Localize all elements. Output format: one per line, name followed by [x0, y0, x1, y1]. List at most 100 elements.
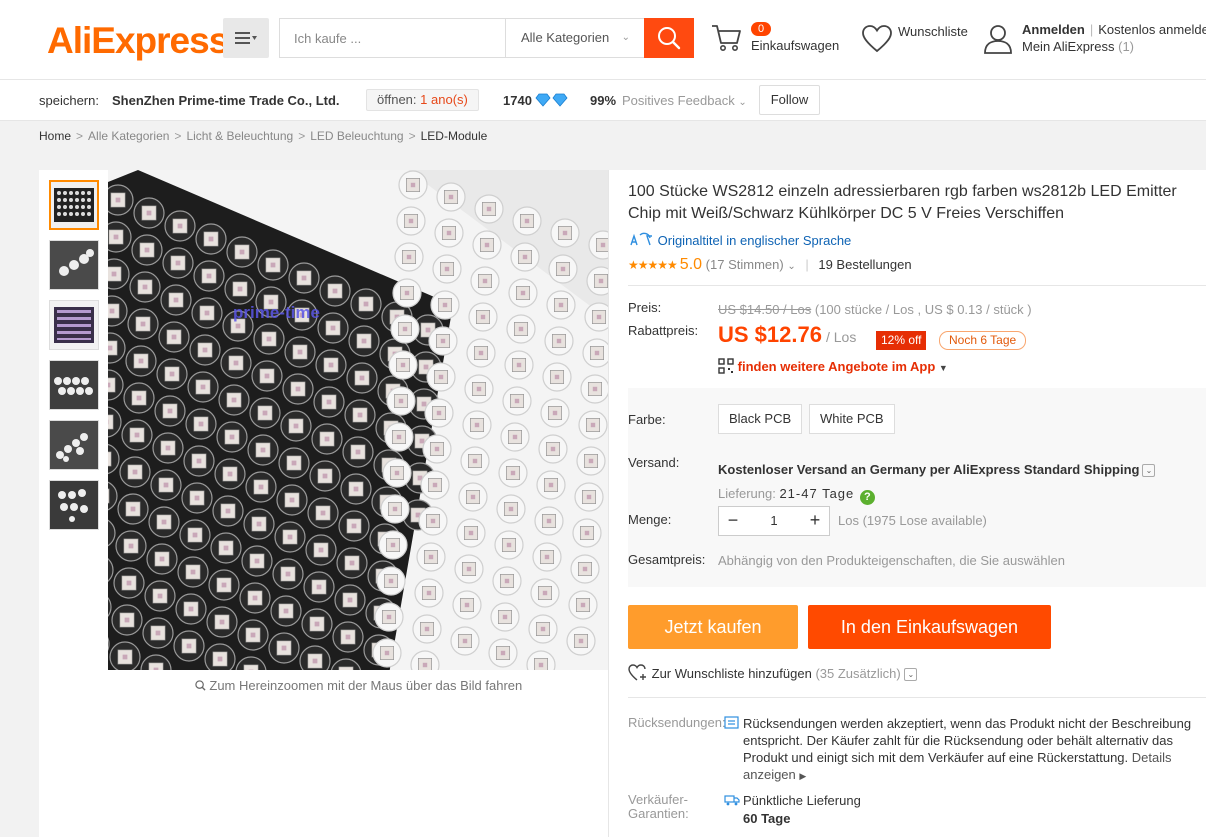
quantity-increase-button[interactable]: +: [801, 507, 829, 535]
color-option-white-pcb[interactable]: White PCB: [809, 404, 895, 434]
buy-now-button[interactable]: Jetzt kaufen: [628, 605, 798, 649]
chevron-down-icon[interactable]: ⌄: [904, 668, 918, 681]
cart-link[interactable]: 0 Einkaufswagen: [711, 20, 846, 60]
color-option-black-pcb[interactable]: Black PCB: [718, 404, 803, 434]
search-input[interactable]: [280, 19, 505, 57]
current-price: US $12.76/ Los: [718, 322, 856, 348]
chevron-down-icon: ⌄: [787, 261, 796, 272]
user-icon: [984, 25, 1012, 54]
feedback-dropdown[interactable]: Positives Feedback ⌄: [622, 93, 747, 108]
shipping-selector[interactable]: Kostenloser Versand an Germany per AliEx…: [718, 462, 1156, 477]
help-icon[interactable]: ?: [859, 490, 875, 505]
breadcrumb-current: LED-Module: [420, 129, 488, 143]
breadcrumb-led-lighting[interactable]: LED Beleuchtung: [310, 129, 403, 143]
shipping-method: Germany per AliExpress Standard Shipping: [869, 462, 1140, 477]
store-bar: speichern: ShenZhen Prime-time Trade Co.…: [0, 80, 1206, 121]
breadcrumb-lighting[interactable]: Licht & Beleuchtung: [186, 129, 293, 143]
add-to-cart-button[interactable]: In den Einkaufswagen: [808, 605, 1051, 649]
discount-price-label: Rabattpreis:: [628, 323, 699, 338]
thumbnail[interactable]: [49, 480, 99, 530]
thumbnail-list: [49, 180, 99, 540]
app-promo-link[interactable]: finden weitere Angebote im App ▼: [718, 358, 948, 374]
thumbnail[interactable]: [49, 240, 99, 290]
open-value: 1 ano(s): [420, 92, 468, 107]
quantity-input[interactable]: 1: [747, 507, 801, 535]
cart-icon: [712, 25, 741, 51]
feedback-label: Positives Feedback: [622, 93, 735, 108]
caret-right-icon: ▶: [799, 771, 807, 781]
old-price-detail: (100 stücke / Los , US $ 0.13 / stück ): [814, 302, 1032, 317]
delivery-value: 21-47 Tage: [779, 486, 855, 501]
add-wishlist-text: Zur Wunschliste hinzufügen: [651, 666, 812, 681]
thumbnail[interactable]: [49, 300, 99, 350]
total-info: Abhängig von den Produkteigenschaften, d…: [718, 553, 1065, 568]
divider: |: [1089, 22, 1094, 37]
divider: [628, 697, 1206, 698]
my-account-label: Mein AliExpress: [1022, 39, 1115, 54]
product-area: prime-time Zum Hereinzoomen mit der Maus…: [0, 154, 1206, 837]
translate-icon: [630, 232, 652, 246]
delivery-info: Lieferung: 21-47 Tage ?: [718, 486, 875, 505]
cart-count-badge: 0: [751, 22, 772, 36]
feedback-percent: 99%: [590, 93, 617, 108]
thumbnail[interactable]: [49, 360, 99, 410]
price-label: Preis:: [628, 300, 662, 315]
caret-down-icon: ▼: [938, 363, 948, 373]
breadcrumb-all-categories[interactable]: Alle Kategorien: [88, 129, 169, 143]
search-bar: Alle Kategorien ⌄: [279, 18, 694, 58]
heart-plus-icon: [628, 664, 646, 681]
guarantee-days: 60 Tage: [743, 811, 791, 826]
category-menu-button[interactable]: [223, 18, 269, 58]
wishlist-label: Wunschliste: [898, 24, 968, 39]
guarantee-title: Pünktliche Lieferung: [743, 793, 861, 808]
price-unit: / Los: [825, 329, 857, 345]
votes-dropdown[interactable]: (17 Stimmen) ⌄: [706, 257, 796, 272]
my-account-link[interactable]: Mein AliExpress (1): [1022, 39, 1134, 54]
site-header: AliExpress™ Alle Kategorien ⌄ 0 Einkaufs…: [0, 0, 1206, 80]
register-link[interactable]: Kostenlos anmelden: [1098, 22, 1206, 37]
breadcrumb-home[interactable]: Home: [39, 129, 71, 143]
returns-policy: Rücksendungen werden akzeptiert, wenn da…: [743, 716, 1192, 765]
store-label: speichern:: [39, 93, 99, 108]
qr-code-icon: [718, 358, 734, 374]
zoom-hint: Zum Hereinzoomen mit der Maus über das B…: [108, 678, 609, 693]
product-title: 100 Stücke WS2812 einzeln adressierbaren…: [628, 183, 1177, 222]
thumbnail[interactable]: [49, 420, 99, 470]
open-label: öffnen:: [377, 92, 417, 107]
product-panel: prime-time Zum Hereinzoomen mit der Maus…: [39, 170, 1206, 837]
store-name-link[interactable]: ShenZhen Prime-time Trade Co., Ltd.: [112, 93, 340, 108]
quantity-stepper: − 1 +: [718, 506, 830, 536]
aliexpress-logo[interactable]: AliExpress™: [47, 20, 239, 62]
divider: [628, 285, 1206, 286]
shipping-label: Versand:: [628, 455, 680, 470]
follow-button[interactable]: Follow: [759, 85, 820, 115]
my-account-count: (1): [1118, 39, 1134, 54]
color-label: Farbe:: [628, 412, 666, 427]
quantity-decrease-button[interactable]: −: [719, 507, 747, 535]
zoom-hint-text: Zum Hereinzoomen mit der Maus über das B…: [209, 678, 523, 693]
watermark-text: prime-time: [233, 303, 320, 322]
rating-stars-icon: ★★★★★: [628, 258, 678, 272]
chevron-down-icon: ⌄: [1142, 464, 1156, 477]
thumbnail[interactable]: [49, 180, 99, 230]
quantity-available: Los (1975 Lose available): [838, 513, 987, 528]
category-select[interactable]: Alle Kategorien ⌄: [505, 19, 644, 57]
guarantee-label: Verkäufer-Garantien:: [628, 792, 689, 821]
wishlist-link[interactable]: Wunschliste: [862, 22, 977, 56]
product-main-image[interactable]: prime-time: [108, 170, 609, 670]
chevron-down-icon: ⌄: [621, 32, 630, 43]
remaining-days-badge: Noch 6 Tage: [939, 331, 1027, 350]
delivery-label: Lieferung:: [718, 486, 776, 501]
discount-badge: 12% off: [876, 331, 927, 350]
chevron-down-icon: ⌄: [738, 97, 747, 108]
rating-row: ★★★★★ 5.0 (17 Stimmen) ⌄ | 19 Bestellunge…: [628, 256, 912, 273]
signin-link[interactable]: Anmelden: [1022, 22, 1085, 37]
led-matrix-image: prime-time: [108, 170, 609, 670]
store-score: 1740: [503, 93, 532, 108]
old-price: US $14.50 / Los (100 stücke / Los , US $…: [718, 302, 1032, 317]
rating-score: 5.0: [679, 256, 703, 273]
search-button[interactable]: [644, 18, 694, 58]
original-title-link[interactable]: Originaltitel in englischer Sprache: [628, 232, 851, 248]
app-promo-text: finden weitere Angebote im App: [737, 359, 936, 374]
add-to-wishlist-link[interactable]: Zur Wunschliste hinzufügen (35 Zusätzlic…: [628, 664, 918, 682]
